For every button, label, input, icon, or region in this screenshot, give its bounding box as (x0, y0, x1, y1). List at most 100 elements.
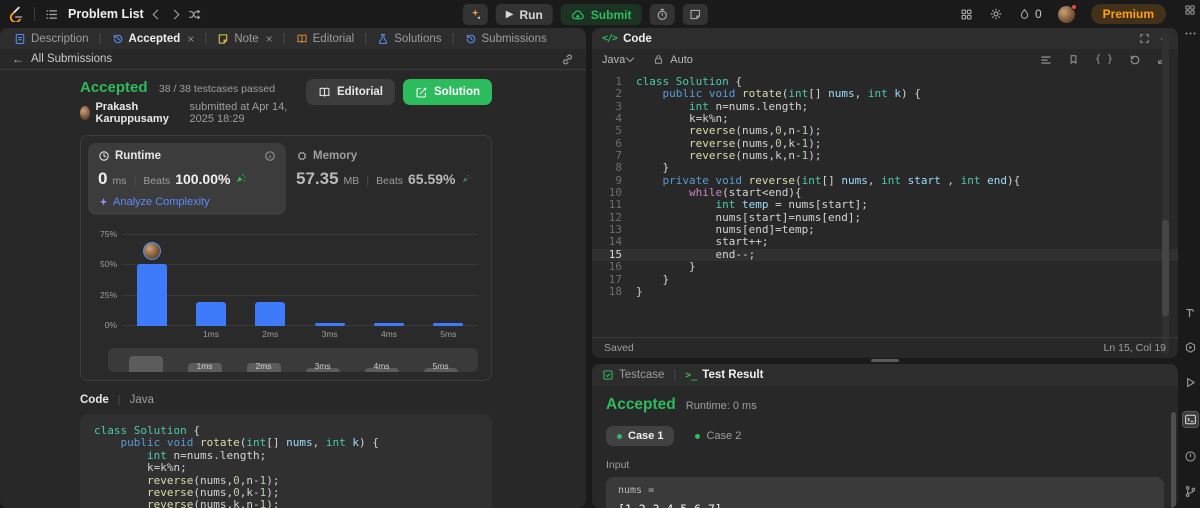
submitted-at: submitted at Apr 14, 2025 18:29 (189, 101, 288, 125)
runtime-bar-0ms[interactable] (136, 264, 167, 326)
input-box[interactable]: nums = [1,2,3,4,5,6,7] (606, 477, 1164, 508)
tab-note[interactable]: Note × (213, 32, 276, 46)
case-tab-case-2[interactable]: Case 2 (684, 426, 752, 446)
runtime-bar-4ms[interactable] (373, 322, 404, 326)
minimap-slot-1ms[interactable]: 1ms (175, 348, 234, 372)
tab-submissions[interactable]: Submissions (461, 33, 551, 45)
all-submissions-bar[interactable]: ← All Submissions (0, 49, 586, 70)
code-editor[interactable]: 1 class Solution {2 public void rotate(in… (592, 70, 1178, 337)
cursor-position: Ln 15, Col 19 (1103, 342, 1166, 354)
reset-code-icon[interactable] (1129, 54, 1141, 66)
tab-accepted[interactable]: Accepted × (108, 32, 199, 46)
chart-slot-1ms[interactable] (181, 229, 240, 326)
memory-card[interactable]: Memory 57.35 MB | Beats 65.59% (286, 143, 484, 215)
more-options-icon[interactable] (1184, 27, 1197, 40)
minimap-slot-5ms[interactable]: 5ms (411, 348, 470, 372)
chart-slot-4ms[interactable] (359, 229, 418, 326)
tab-description[interactable]: Description (10, 33, 93, 45)
chart-minimap-brush[interactable]: 1ms 2ms 3ms 4ms 5ms (108, 348, 478, 372)
info-icon[interactable] (264, 150, 276, 162)
terminal-panel-icon[interactable] (1181, 411, 1199, 428)
minimap-slot-0ms[interactable] (116, 348, 175, 372)
runtime-bar-1ms[interactable] (195, 301, 226, 326)
chart-slot-2ms[interactable] (241, 229, 300, 326)
tab-label: Note (234, 32, 259, 45)
back-arrow-icon[interactable]: ← (12, 52, 24, 66)
braces-icon[interactable]: { } (1095, 54, 1113, 65)
test-result-runtime: Runtime: 0 ms (685, 400, 757, 412)
tab-testcase[interactable]: Testcase (602, 369, 664, 381)
toolbox-icon[interactable] (1184, 306, 1197, 319)
copy-link-icon[interactable] (561, 53, 574, 66)
panel-resize-handle[interactable] (871, 359, 899, 362)
solution-button[interactable]: Solution (403, 79, 492, 105)
minimap-slot-2ms[interactable]: 2ms (234, 348, 293, 372)
x-axis-tick: 5ms (440, 329, 457, 339)
debug-icon[interactable] (1184, 341, 1197, 354)
problem-list-label[interactable]: Problem List (68, 7, 144, 21)
minimap-slot-3ms[interactable]: 3ms (293, 348, 352, 372)
editor-line-7[interactable]: 7 reverse(nums,k,n-1); (592, 149, 1178, 162)
leetcode-logo[interactable] (8, 6, 24, 22)
close-tab-icon[interactable]: × (187, 32, 194, 46)
problem-list-icon[interactable] (45, 8, 58, 21)
all-submissions-label[interactable]: All Submissions (31, 53, 112, 65)
testcase-tab-label: Testcase (619, 369, 665, 381)
editor-line-17[interactable]: 17 } (592, 273, 1178, 286)
editorial-button[interactable]: Editorial (305, 79, 395, 105)
autocomplete-label[interactable]: Auto (670, 54, 693, 66)
next-problem-icon[interactable] (169, 9, 180, 19)
apps-grid-icon[interactable] (960, 8, 973, 21)
analyze-label: Analyze Complexity (113, 196, 210, 208)
runtime-bar-2ms[interactable] (255, 301, 286, 326)
editor-scrollbar[interactable] (1162, 34, 1169, 354)
format-code-icon[interactable] (1040, 54, 1052, 66)
debugger-button[interactable] (462, 4, 488, 25)
issues-icon[interactable] (1184, 450, 1197, 463)
chart-slot-3ms[interactable] (300, 229, 359, 326)
celebration-icon (462, 175, 471, 183)
tab-label: Description (31, 32, 89, 45)
close-tab-icon[interactable]: × (266, 32, 273, 46)
timer-button[interactable] (649, 4, 675, 25)
runtime-card[interactable]: Runtime 0 ms | Beats 100.00% Analyze Com… (88, 143, 286, 215)
git-branch-icon[interactable] (1184, 485, 1197, 498)
x-axis-tick: 3ms (321, 329, 338, 339)
user-avatar[interactable] (1057, 3, 1077, 23)
runtime-bar-5ms[interactable] (433, 322, 464, 326)
tab-test-result[interactable]: >_ Test Result (685, 369, 763, 381)
editor-line-18[interactable]: 18} (592, 284, 1178, 298)
testcase-scrollbar[interactable] (1171, 412, 1176, 508)
tab-solutions[interactable]: Solutions (373, 33, 445, 45)
language-selector[interactable]: Java (602, 54, 635, 66)
minimap-label: 5ms (432, 361, 449, 371)
streak-counter[interactable]: 0 (1019, 7, 1042, 21)
snippet-code-line: reverse(nums,k,n-1); (146, 498, 280, 508)
editor-line-16[interactable]: 16 } (592, 260, 1178, 273)
line-number: 18 (608, 284, 622, 298)
chart-slot-5ms[interactable] (419, 229, 478, 326)
runtime-bar-3ms[interactable] (314, 322, 345, 326)
y-axis-tick: 50% (99, 259, 117, 270)
maximize-panel-icon[interactable] (1139, 33, 1150, 44)
layout-grid-icon[interactable] (1184, 4, 1196, 16)
minimap-slot-4ms[interactable]: 4ms (352, 348, 411, 372)
prev-problem-icon[interactable] (152, 9, 163, 19)
shuffle-icon[interactable] (188, 8, 201, 21)
analyze-complexity-link[interactable]: Analyze Complexity (98, 196, 276, 208)
line-number: 8 (615, 161, 622, 175)
submit-button[interactable]: Submit (560, 4, 642, 25)
run-code-icon[interactable] (1184, 376, 1197, 389)
notes-button[interactable] (682, 4, 708, 25)
tab-editorial[interactable]: Editorial (292, 33, 359, 45)
user-runtime-marker[interactable] (142, 242, 161, 261)
play-icon: ▶ (505, 9, 514, 20)
premium-button[interactable]: Premium (1090, 4, 1166, 24)
case-tab-case-1[interactable]: Case 1 (606, 426, 675, 446)
bookmark-icon[interactable] (1068, 54, 1079, 65)
code-section-title: Code (80, 394, 109, 406)
author-name[interactable]: Prakash Karuppusamy (95, 101, 184, 125)
settings-gear-icon[interactable] (989, 7, 1003, 21)
testcase-panel: Testcase | >_ Test Result Accepted Runti… (592, 364, 1178, 508)
run-button[interactable]: ▶ Run (495, 4, 553, 25)
